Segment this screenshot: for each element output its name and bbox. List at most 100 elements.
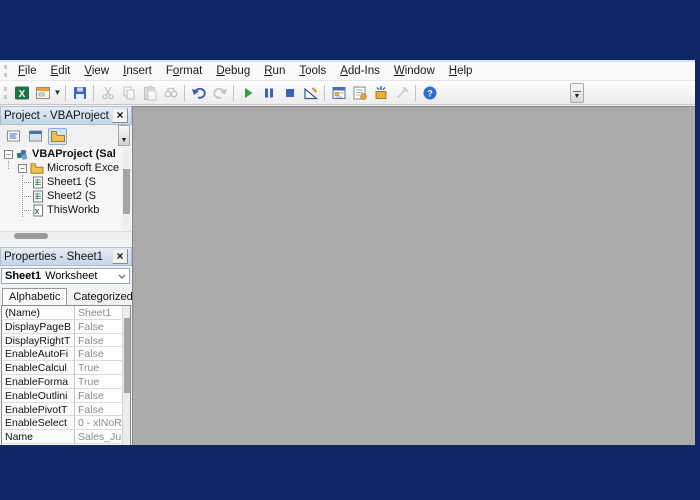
properties-grid-scroll-thumb[interactable] [124,318,130,393]
property-row-name[interactable]: (Name) Sheet1 [3,306,129,320]
tree-item-vbaproject-sal[interactable]: − VBAProject (Sal [0,147,132,161]
view-code-icon [7,130,20,142]
tree-item-thisworkb[interactable]: X ThisWorkb [0,203,132,217]
cut-button [97,83,118,103]
dock-splitter[interactable] [0,240,132,247]
property-value[interactable]: Sheet1 [75,306,129,320]
property-row-enableoutlini[interactable]: EnableOutlini False [3,388,129,403]
insert-object-dropdown-caret[interactable]: ▼ [53,88,62,97]
tab-categorized[interactable]: Categorized [67,289,138,305]
tree-item-microsoft-exce[interactable]: − Microsoft Exce [0,161,132,175]
property-value[interactable]: True [75,374,129,389]
property-name: EnableCalcul [3,361,75,375]
menubar-grip[interactable] [4,65,7,77]
excel-button[interactable]: X [11,83,32,103]
object-browser-button[interactable] [370,83,391,103]
mdi-background [132,106,695,445]
property-value[interactable]: 0 - xlNoRest [75,416,129,431]
menu-item-tools[interactable]: Tools [292,63,333,79]
toolbar-separator [233,84,234,101]
properties-grid: (Name) Sheet1 DisplayPageB False DisplayRigh… [1,305,131,445]
menu-item-addins[interactable]: Add-Ins [333,63,387,79]
property-value[interactable]: False [75,388,129,403]
tree-item-label: Sheet1 (S [47,176,96,188]
run-icon [244,87,252,98]
menu-item-view[interactable]: View [77,63,116,79]
break-button[interactable] [258,83,279,103]
reset-button[interactable] [279,83,300,103]
svg-text:?: ? [427,88,433,98]
tree-item-label: Sheet2 (S [47,190,96,202]
design-mode-button[interactable] [300,83,321,103]
vba-project-icon [16,149,28,160]
object-selector-dropdown[interactable]: Sheet1 Worksheet [1,268,130,284]
toolbox-icon [396,85,409,98]
insert-userform-button[interactable] [32,83,53,103]
project-panel-titlebar[interactable]: Project - VBAProject × [0,106,132,125]
properties-grid-vertical-scrollbar[interactable] [122,306,130,445]
menu-item-run[interactable]: Run [257,63,292,79]
project-scroll-down-button[interactable]: ▼ [118,125,130,146]
cut-icon [101,86,114,99]
property-row-enablecalcul[interactable]: EnableCalcul True [3,361,129,375]
collapse-expander[interactable]: − [4,149,13,159]
properties-window-button[interactable] [349,83,370,103]
undo-button[interactable] [188,83,209,103]
menu-bar: File Edit View Insert Format Debug Run Tools Add… [0,62,695,81]
chevron-down-icon: ▼ [120,137,128,144]
toolbar-options-button[interactable]: ▼ [570,83,584,103]
collapse-expander[interactable]: − [18,163,27,173]
project-explorer-panel: Project - VBAProject × ▼ − VBAProject (Sa… [0,106,132,240]
properties-panel-titlebar[interactable]: Properties - Sheet1 × [0,247,132,266]
property-value[interactable]: False [75,333,129,348]
view-object-button[interactable] [26,128,45,145]
tab-alphabetic[interactable]: Alphabetic [2,288,68,305]
property-row-name[interactable]: Name Sales_July_ [3,430,129,444]
property-row-enableforma[interactable]: EnableForma True [3,374,129,389]
view-object-icon [29,130,42,142]
menu-item-file[interactable]: File [11,63,44,79]
undo-icon [191,87,206,99]
property-row-displayrightt[interactable]: DisplayRightT False [3,333,129,348]
menu-item-help[interactable]: Help [442,63,480,79]
tree-item-sheet1-s[interactable]: Sheet1 (S [0,175,132,189]
properties-panel-title: Properties - Sheet1 [4,250,104,263]
help-icon: ? [423,86,436,99]
toolbar-separator [93,84,94,101]
view-code-button[interactable] [4,128,23,145]
property-value[interactable]: False [75,402,129,417]
project-explorer-button[interactable] [328,83,349,103]
run-button[interactable] [237,83,258,103]
property-name: (Name) [3,306,75,320]
toolbox-button [391,83,412,103]
help-button[interactable]: ? [419,83,440,103]
menu-item-insert[interactable]: Insert [116,63,159,79]
project-tree-vertical-scrollbar[interactable] [122,147,131,231]
chevron-down-icon: ▼ [573,93,581,100]
property-value[interactable]: Sales_July_ [75,430,129,444]
property-row-displaypageb[interactable]: DisplayPageB False [3,319,129,334]
project-panel-close-button[interactable]: × [112,108,128,123]
properties-panel-close-button[interactable]: × [112,249,128,264]
menu-item-window[interactable]: Window [387,63,442,79]
properties-grid-rows: (Name) Sheet1 DisplayPageB False DisplayRigh… [3,306,129,445]
property-value[interactable]: False [75,319,129,334]
save-button[interactable] [69,83,90,103]
property-row-enableautofi[interactable]: EnableAutoFi False [3,347,129,362]
project-tree-hscroll-thumb[interactable] [14,233,48,239]
property-row-enablepivott[interactable]: EnablePivotT False [3,402,129,417]
menu-item-format[interactable]: Format [159,63,209,79]
property-value[interactable]: False [75,347,129,362]
toolbar-options-dash [573,91,581,92]
redo-button [209,83,230,103]
property-row-enableselect[interactable]: EnableSelect0 - xlNoRest [3,416,129,431]
project-tree-horizontal-scrollbar[interactable] [0,231,132,240]
property-value[interactable]: True [75,361,129,375]
menu-item-debug[interactable]: Debug [209,63,257,79]
left-dock: Project - VBAProject × ▼ − VBAProject (Sa… [0,106,133,445]
menu-item-edit[interactable]: Edit [44,63,78,79]
toggle-folders-button[interactable] [48,127,67,145]
toolbar-grip[interactable] [4,86,7,99]
tree-item-sheet2-s[interactable]: Sheet2 (S [0,189,132,203]
project-tree-scroll-thumb[interactable] [123,169,130,214]
